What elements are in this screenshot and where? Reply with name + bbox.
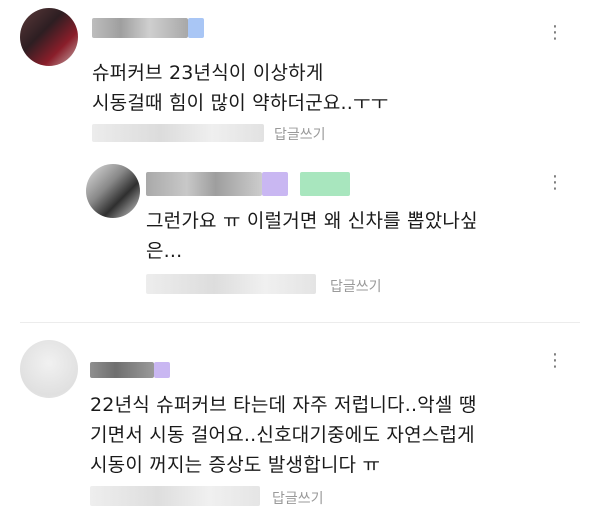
comment-line: 슈퍼커브 23년식이 이상하게 [92, 62, 324, 84]
username-blurred[interactable] [146, 172, 350, 196]
comment-line: 시동걸때 힘이 많이 약하더군요..ㅜㅜ [92, 92, 389, 114]
timestamp-blurred [92, 124, 264, 142]
comment-divider [20, 322, 580, 323]
username-blurred[interactable] [92, 18, 204, 38]
timestamp-blurred [90, 486, 260, 506]
avatar[interactable] [20, 8, 78, 66]
comment-line: 기면서 시동 걸어요..신호대기중에도 자연스럽게 [90, 424, 475, 446]
comment-text: 슈퍼커브 23년식이 이상하게 시동걸때 힘이 많이 약하더군요..ㅜㅜ [92, 58, 388, 118]
avatar[interactable] [20, 340, 78, 398]
more-options-icon[interactable]: ⋮ [546, 22, 565, 43]
reply-button[interactable]: 답글쓰기 [330, 276, 382, 296]
avatar[interactable] [86, 164, 140, 218]
comment-line: 그런가요 ㅠ 이럴거면 왜 신차를 뽑았나싶 [146, 210, 478, 232]
comment-text: 그런가요 ㅠ 이럴거면 왜 신차를 뽑았나싶 은... [146, 206, 478, 266]
comment-line: 22년식 슈퍼커브 타는데 자주 저럽니다..악셀 땡 [90, 394, 477, 416]
more-options-icon[interactable]: ⋮ [546, 172, 565, 193]
comment-line: 은... [146, 240, 183, 262]
comment-text: 22년식 슈퍼커브 타는데 자주 저럽니다..악셀 땡 기면서 시동 걸어요..… [90, 390, 477, 480]
timestamp-blurred [146, 274, 316, 294]
reply-button[interactable]: 답글쓰기 [272, 488, 324, 508]
reply-button[interactable]: 답글쓰기 [274, 124, 326, 144]
username-blurred[interactable] [90, 362, 170, 378]
more-options-icon[interactable]: ⋮ [546, 350, 565, 371]
comment-line: 시동이 꺼지는 증상도 발생합니다 ㅠ [90, 454, 381, 476]
